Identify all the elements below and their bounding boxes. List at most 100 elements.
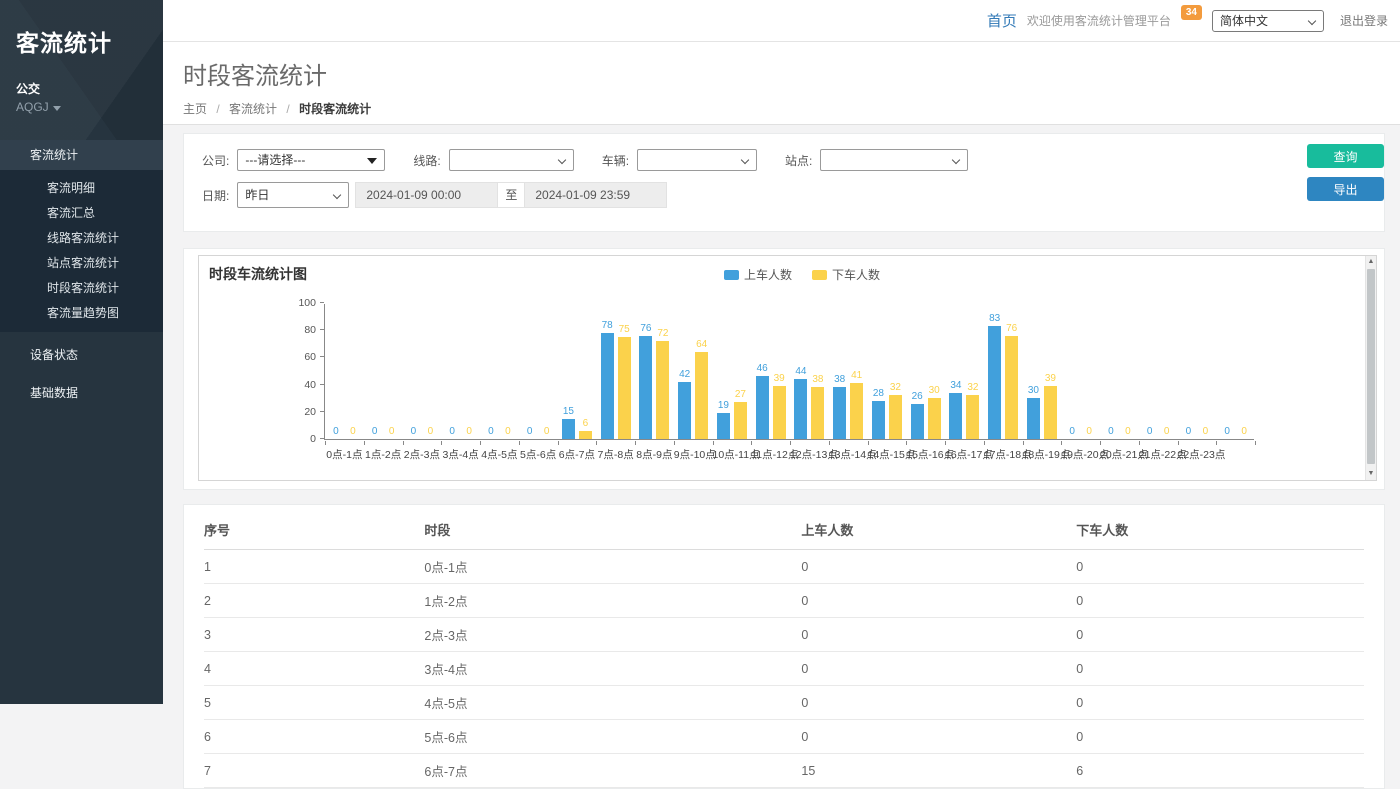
bar-boarding[interactable] xyxy=(601,333,614,439)
station-select[interactable] xyxy=(820,149,968,171)
bar-boarding[interactable] xyxy=(911,404,924,439)
bar-value-label: 6 xyxy=(574,418,596,429)
table-cell: 2 xyxy=(204,584,424,618)
legend-item[interactable]: 上车人数 xyxy=(724,266,792,283)
bar-boarding[interactable] xyxy=(988,326,1001,439)
export-button[interactable]: 导出 xyxy=(1307,177,1384,201)
bar-boarding[interactable] xyxy=(794,379,807,439)
sidebar-item-passenger-stats[interactable]: 客流统计 xyxy=(0,140,163,170)
category-group: 00 xyxy=(1216,303,1255,439)
breadcrumb: 主页 / 客流统计 / 时段客流统计 xyxy=(183,100,1400,117)
bar-boarding[interactable] xyxy=(678,382,691,439)
date-preset-select[interactable]: 昨日 xyxy=(237,182,349,208)
scrollbar-thumb[interactable] xyxy=(1367,269,1375,464)
sidebar-subitem[interactable]: 站点客流统计 xyxy=(0,251,163,276)
breadcrumb-home[interactable]: 主页 xyxy=(183,102,207,116)
sidebar-submenu: 客流明细客流汇总线路客流统计站点客流统计时段客流统计客流量趋势图 xyxy=(0,170,163,332)
bar-boarding[interactable] xyxy=(562,419,575,439)
chevron-down-icon xyxy=(557,156,565,164)
sidebar-subitem[interactable]: 线路客流统计 xyxy=(0,226,163,251)
bar-alighting[interactable] xyxy=(656,341,669,439)
bar-boarding[interactable] xyxy=(949,393,962,439)
bar-boarding[interactable] xyxy=(833,387,846,439)
x-tick-label: 5点-6点 xyxy=(519,447,558,462)
language-select[interactable]: 简体中文 xyxy=(1212,10,1324,32)
table-cell: 0 xyxy=(801,652,1076,686)
breadcrumb-parent[interactable]: 客流统计 xyxy=(229,102,277,116)
bar-alighting[interactable] xyxy=(850,383,863,439)
bar-alighting[interactable] xyxy=(1044,386,1057,439)
table-cell: 15 xyxy=(801,754,1076,788)
bar-alighting[interactable] xyxy=(966,395,979,439)
sidebar-item-device-status[interactable]: 设备状态 xyxy=(0,340,163,370)
company-select[interactable]: ---请选择--- xyxy=(237,149,385,171)
date-from-input[interactable]: 2024-01-09 00:00 xyxy=(355,182,498,208)
legend-item[interactable]: 下车人数 xyxy=(812,266,880,283)
sidebar-subitem[interactable]: 客流量趋势图 xyxy=(0,301,163,326)
bar-value-label: 0 xyxy=(381,426,403,437)
category-group: 2630 xyxy=(906,303,945,439)
category-group: 00 xyxy=(1139,303,1178,439)
filter-panel: 公司: ---请选择--- 线路: 车辆: 站点: xyxy=(183,133,1385,232)
bar-alighting[interactable] xyxy=(734,402,747,439)
category-group: 00 xyxy=(480,303,519,439)
x-tick-label: 7点-8点 xyxy=(596,447,635,462)
filter-row-2: 日期: 昨日 2024-01-09 00:00 至 2024-01-09 23:… xyxy=(202,182,1284,208)
bar-value-label: 0 xyxy=(1078,426,1100,437)
bar-alighting[interactable] xyxy=(773,386,786,439)
org-code-dropdown[interactable]: AQGJ xyxy=(0,97,163,114)
bar-alighting[interactable] xyxy=(928,398,941,439)
y-tick-label: 40 xyxy=(288,379,316,391)
sidebar-subitem[interactable]: 客流汇总 xyxy=(0,201,163,226)
x-tick-label: 8点-9点 xyxy=(635,447,674,462)
bar-boarding[interactable] xyxy=(639,336,652,439)
line-select[interactable] xyxy=(449,149,574,171)
table-row[interactable]: 76点-7点156 xyxy=(204,754,1364,788)
x-tick-label: 13点-14点 xyxy=(829,447,868,462)
table-row[interactable]: 32点-3点00 xyxy=(204,618,1364,652)
table-cell: 0 xyxy=(801,618,1076,652)
station-label: 站点: xyxy=(785,152,812,169)
bar-alighting[interactable] xyxy=(579,431,592,439)
bar-boarding[interactable] xyxy=(872,401,885,439)
sidebar-subitem[interactable]: 客流明细 xyxy=(0,176,163,201)
chart-bars: 0000000000001567875767242641927463944383… xyxy=(325,303,1255,439)
chevron-down-icon xyxy=(333,191,341,199)
category-group: 00 xyxy=(364,303,403,439)
bar-alighting[interactable] xyxy=(811,387,824,439)
header-alighting: 下车人数 xyxy=(1076,507,1364,550)
bar-value-label: 19 xyxy=(712,400,734,411)
bar-boarding[interactable] xyxy=(1027,398,1040,439)
table-row[interactable]: 10点-1点00 xyxy=(204,550,1364,584)
vehicle-select[interactable] xyxy=(637,149,757,171)
bar-alighting[interactable] xyxy=(1005,336,1018,439)
notification-badge[interactable]: 34 xyxy=(1181,5,1202,20)
table-row[interactable]: 54点-5点00 xyxy=(204,686,1364,720)
logout-link[interactable]: 退出登录 xyxy=(1340,12,1388,29)
x-tick-mark xyxy=(1255,441,1256,445)
category-group: 156 xyxy=(558,303,597,439)
query-button[interactable]: 查询 xyxy=(1307,144,1384,168)
sidebar-subitem[interactable]: 时段客流统计 xyxy=(0,276,163,301)
chart-scrollbar[interactable]: ▲ ▼ xyxy=(1365,256,1376,480)
table-row[interactable]: 65点-6点00 xyxy=(204,720,1364,754)
bar-alighting[interactable] xyxy=(695,352,708,439)
date-to-input[interactable]: 2024-01-09 23:59 xyxy=(524,182,667,208)
home-link[interactable]: 首页 xyxy=(987,10,1017,31)
bar-alighting[interactable] xyxy=(618,337,631,439)
bar-boarding[interactable] xyxy=(756,376,769,439)
bar-value-label: 0 xyxy=(419,426,441,437)
scroll-down-icon[interactable]: ▼ xyxy=(1366,468,1376,480)
y-tick-mark xyxy=(320,438,324,439)
table-cell: 0 xyxy=(1076,550,1364,584)
bar-boarding[interactable] xyxy=(717,413,730,439)
table-row[interactable]: 43点-4点00 xyxy=(204,652,1364,686)
bar-value-label: 0 xyxy=(536,426,558,437)
x-tick-mark xyxy=(829,441,830,445)
scroll-up-icon[interactable]: ▲ xyxy=(1366,256,1376,268)
bar-alighting[interactable] xyxy=(889,395,902,439)
bar-value-label: 32 xyxy=(962,382,984,393)
y-tick-mark xyxy=(320,356,324,357)
table-row[interactable]: 21点-2点00 xyxy=(204,584,1364,618)
sidebar-item-base-data[interactable]: 基础数据 xyxy=(0,378,163,408)
